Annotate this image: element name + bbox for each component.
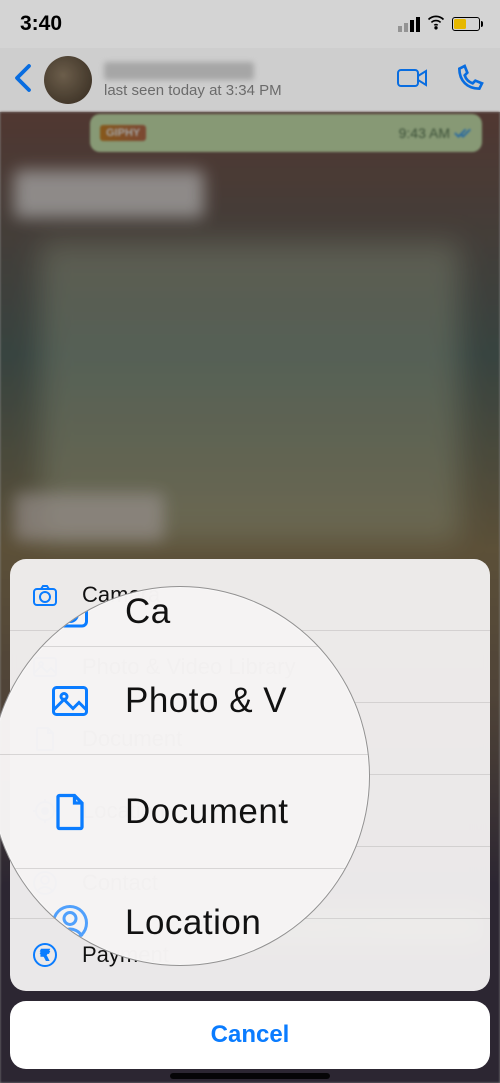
magnifier-overlay: Ca Photo & V Document Location brary bbox=[0, 586, 370, 966]
message-bubble: GIPHY 9:43 AM bbox=[90, 114, 482, 152]
cellular-icon bbox=[398, 17, 420, 32]
photo-icon bbox=[49, 680, 91, 722]
header-text[interactable]: last seen today at 3:34 PM bbox=[104, 62, 384, 99]
message-time: 9:43 AM bbox=[399, 125, 472, 141]
magnified-row-location: Location bbox=[0, 869, 369, 966]
voice-call-icon[interactable] bbox=[454, 62, 486, 99]
status-bar: 3:40 bbox=[0, 0, 500, 48]
redacted-block bbox=[14, 170, 204, 218]
last-seen: last seen today at 3:34 PM bbox=[104, 82, 384, 99]
status-icons bbox=[398, 12, 480, 37]
avatar[interactable] bbox=[44, 56, 92, 104]
magnified-label: Document bbox=[125, 792, 289, 832]
magnified-row-photo: Photo & V bbox=[0, 647, 369, 755]
wifi-icon bbox=[426, 12, 446, 37]
magnified-label: Photo & V bbox=[125, 681, 287, 721]
contact-name-redacted bbox=[104, 62, 254, 80]
cancel-button[interactable]: Cancel bbox=[10, 1001, 490, 1069]
contact-icon bbox=[49, 902, 91, 944]
magnified-row-camera: Ca bbox=[0, 587, 369, 647]
cancel-label: Cancel bbox=[211, 1021, 290, 1049]
read-receipt-icon bbox=[454, 127, 472, 139]
battery-icon bbox=[452, 17, 480, 31]
video-call-icon[interactable] bbox=[396, 62, 428, 99]
magnified-label: Ca bbox=[125, 592, 171, 632]
giphy-badge: GIPHY bbox=[100, 125, 146, 141]
home-indicator[interactable] bbox=[170, 1073, 330, 1079]
back-button[interactable] bbox=[14, 63, 32, 98]
magnified-label: Location bbox=[125, 903, 261, 943]
magnified-row-document: Document bbox=[0, 755, 369, 869]
document-icon bbox=[49, 791, 91, 833]
camera-icon bbox=[49, 590, 91, 632]
magnified-suffix: brary bbox=[359, 687, 370, 713]
redacted-block bbox=[14, 493, 164, 541]
chat-header: last seen today at 3:34 PM bbox=[0, 48, 500, 112]
clock: 3:40 bbox=[20, 12, 62, 36]
